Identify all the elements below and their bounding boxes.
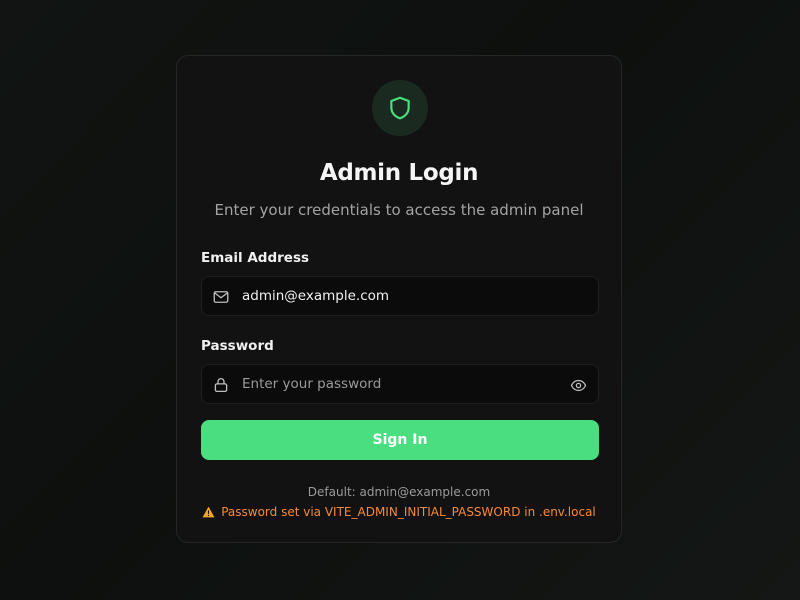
warning-icon (202, 506, 215, 518)
lock-icon (214, 378, 228, 393)
default-credentials-hint: Default: admin@example.com (307, 485, 491, 499)
page-subtitle: Enter your credentials to access the adm… (214, 201, 584, 219)
show-password-toggle[interactable] (568, 375, 588, 395)
password-warning: Password set via VITE_ADMIN_INITIAL_PASS… (177, 505, 621, 519)
login-card: Admin Login Enter your credentials to ac… (176, 55, 622, 543)
eye-icon (570, 379, 586, 391)
shield-icon (390, 96, 410, 120)
mail-icon (213, 291, 229, 303)
email-input[interactable] (242, 277, 552, 315)
page-title: Admin Login (319, 160, 479, 186)
warning-text: Password set via VITE_ADMIN_INITIAL_PASS… (221, 505, 596, 519)
password-input[interactable] (242, 365, 552, 403)
email-field-container (201, 276, 599, 316)
password-field-container (201, 364, 599, 404)
password-label: Password (201, 338, 274, 354)
email-label: Email Address (201, 250, 310, 266)
logo-badge (372, 80, 428, 136)
sign-in-button[interactable]: Sign In (201, 420, 599, 460)
